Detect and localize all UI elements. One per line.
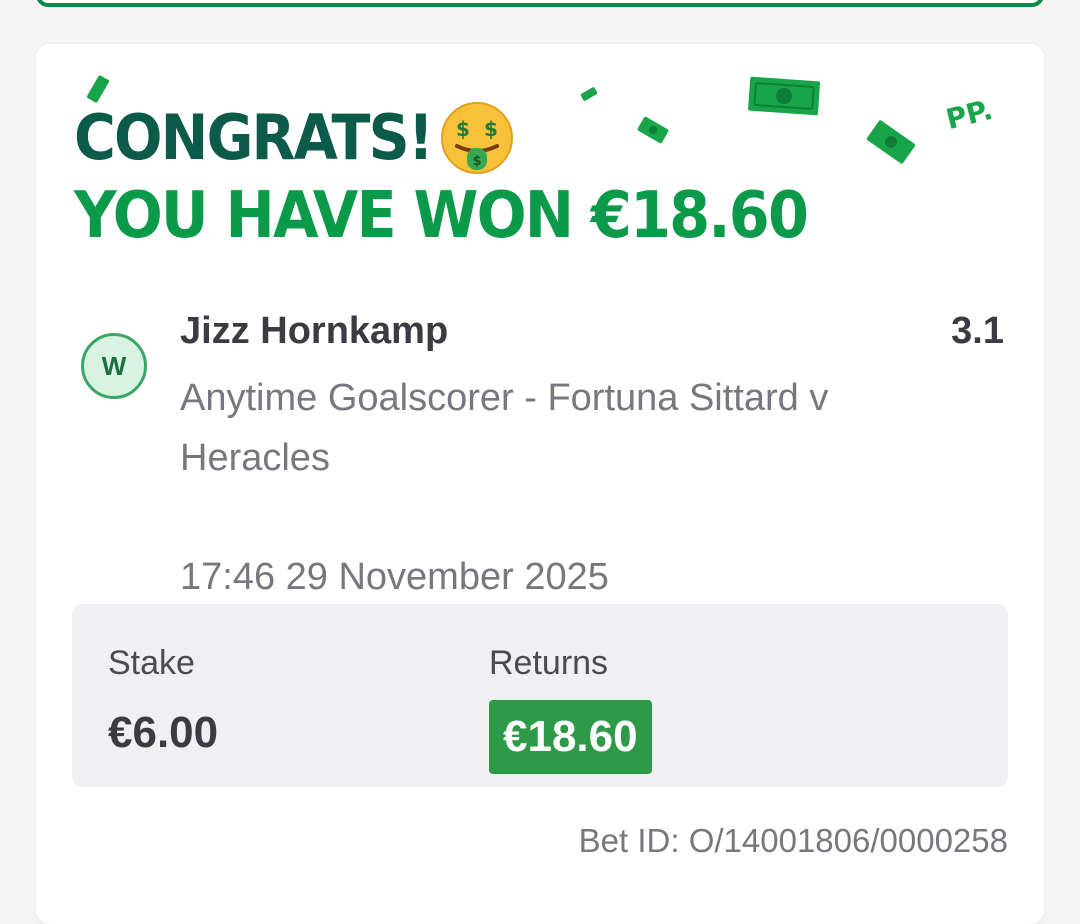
- banknote-icon: [580, 87, 598, 101]
- svg-text:$: $: [473, 154, 482, 169]
- returns-label: Returns: [489, 644, 609, 682]
- returns-value: €18.60: [489, 700, 652, 774]
- selection-odds: 3.1: [951, 310, 1004, 352]
- brand-logo: PP.: [942, 92, 996, 137]
- previous-card-edge: [36, 0, 1044, 7]
- bet-win-card: CONGRATS! $ $ $ YOU HAVE WON €18.60 PP. …: [36, 44, 1044, 924]
- banknote-icon: [748, 76, 821, 116]
- money-mouth-face-icon: $ $ $: [441, 102, 514, 174]
- banknote-icon: [637, 116, 669, 144]
- market-description: Anytime Goalscorer - Fortuna Sittard v H…: [180, 377, 829, 479]
- won-amount-heading: YOU HAVE WON €18.60: [74, 179, 809, 253]
- congrats-heading: CONGRATS!: [74, 101, 434, 174]
- svg-text:$: $: [456, 117, 470, 141]
- event-datetime: 17:46 29 November 2025: [180, 556, 609, 598]
- banknote-icon: [866, 120, 916, 164]
- stake-value: €6.00: [108, 708, 219, 757]
- bet-id: Bet ID: O/14001806/0000258: [578, 822, 1008, 859]
- win-status-badge: W: [81, 333, 147, 399]
- win-banner: CONGRATS! $ $ $ YOU HAVE WON €18.60 PP.: [36, 44, 1044, 274]
- bet-summary-panel: Stake €6.00 Returns €18.60: [72, 604, 1008, 787]
- stake-label: Stake: [108, 644, 195, 682]
- svg-text:$: $: [484, 117, 498, 141]
- selection-name: Jizz Hornkamp: [180, 310, 449, 352]
- congrats-line: CONGRATS! $ $ $: [74, 100, 515, 176]
